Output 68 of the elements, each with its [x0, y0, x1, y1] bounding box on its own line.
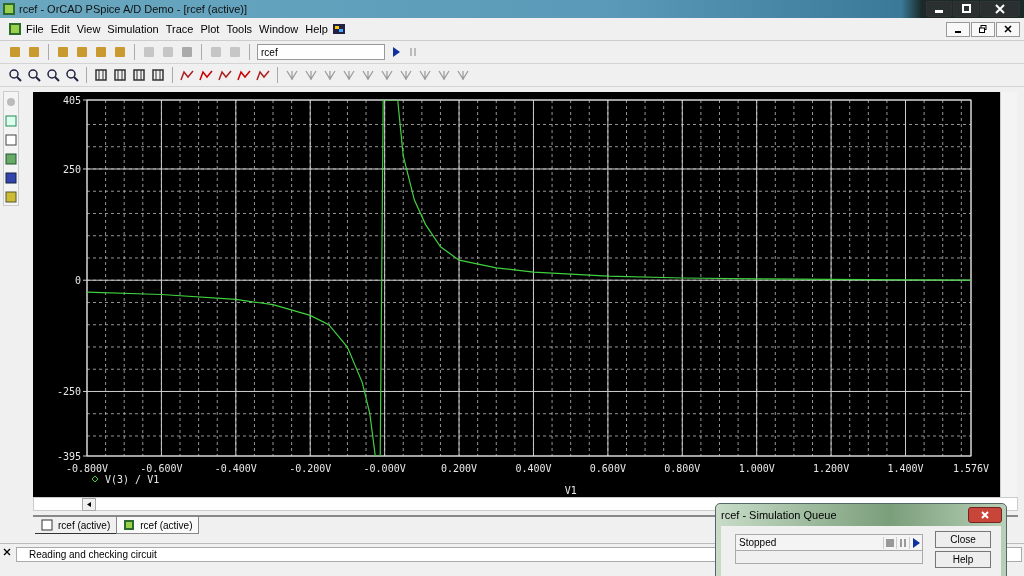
close-icon	[995, 4, 1005, 14]
axis-label: 0	[74, 275, 81, 287]
menu-item[interactable]: Help	[302, 23, 331, 35]
axis-label: 405	[62, 95, 81, 106]
axis-label: 0.200V	[441, 463, 478, 474]
restore-icon	[961, 4, 971, 14]
close-icon	[1004, 25, 1012, 33]
trace-icon[interactable]	[199, 68, 213, 82]
axis-label: 250	[62, 164, 81, 175]
axis-label: -0.800V	[65, 463, 109, 474]
zoom-in-icon[interactable]	[8, 68, 22, 82]
window-title: rcef - OrCAD PSpice A/D Demo - [rcef (active)]	[19, 3, 247, 15]
zoom-fit-icon[interactable]	[46, 68, 60, 82]
menu-item[interactable]: File	[23, 23, 47, 35]
menu-item[interactable]: Edit	[47, 23, 73, 35]
close-button[interactable]	[968, 507, 1002, 523]
axis-label: -0.400V	[214, 463, 257, 474]
profile-field[interactable]: rcef	[257, 44, 385, 60]
menu-item[interactable]: Plot	[197, 23, 223, 35]
menu-item[interactable]: Tools	[223, 23, 256, 35]
close-icon	[980, 510, 990, 520]
run-icon[interactable]	[390, 45, 402, 59]
axis-label: -0.200V	[289, 463, 332, 474]
axis-label: 1.000V	[738, 463, 775, 474]
dialog-title: rcef - Simulation Queue	[721, 509, 837, 521]
axis-label: -395	[56, 451, 81, 462]
stop-icon[interactable]	[883, 536, 896, 549]
minimize-button[interactable]	[926, 1, 952, 17]
zoom-area-icon[interactable]	[65, 68, 79, 82]
axis-label: 0.600V	[589, 463, 626, 474]
menu-item[interactable]: Window	[256, 23, 302, 35]
close-button[interactable]	[996, 21, 1020, 37]
run-icon[interactable]	[909, 536, 922, 549]
columns-icon[interactable]	[94, 68, 108, 82]
dialog-button[interactable]: Close	[935, 531, 991, 548]
restore-button[interactable]	[971, 21, 995, 37]
axis-label: 0.800V	[664, 463, 701, 474]
dialog-button[interactable]: Help	[935, 551, 991, 568]
legend-entry: V(3) / V1	[91, 474, 160, 485]
document-tab[interactable]: rcef (active)	[116, 517, 200, 534]
minimize-button[interactable]	[946, 21, 970, 37]
trace-icon[interactable]	[180, 68, 194, 82]
close-button[interactable]	[980, 1, 1020, 17]
schematic-icon	[123, 519, 136, 531]
app-icon	[2, 2, 16, 16]
axis-label: 1.576V	[952, 463, 990, 474]
queue-status: Stopped	[738, 537, 778, 548]
menu-item[interactable]: View	[73, 23, 104, 35]
window-icon[interactable]	[4, 171, 18, 185]
axis-label: -250	[56, 386, 81, 398]
restore-button[interactable]	[953, 1, 979, 17]
restore-icon	[979, 25, 987, 33]
axis-label: 0.400V	[515, 463, 552, 474]
document-icon	[41, 519, 53, 531]
help-icon[interactable]	[331, 22, 346, 36]
vertical-scrollbar[interactable]	[1000, 92, 1017, 497]
axis-title: V1	[564, 485, 577, 496]
document-tab[interactable]: rcef (active)	[35, 517, 117, 534]
menu-item[interactable]: Simulation	[104, 23, 162, 35]
document-icon	[8, 22, 22, 36]
zoom-out-icon[interactable]	[27, 68, 41, 82]
axis-label: -0.600V	[140, 463, 183, 474]
menu-item[interactable]: Trace	[162, 23, 197, 35]
axis-label: 1.200V	[813, 463, 850, 474]
axis-label: 1.400V	[887, 463, 924, 474]
axis-label: -0.000V	[363, 463, 406, 474]
legend-label: V(3) / V1	[105, 474, 160, 485]
close-icon[interactable]	[2, 547, 12, 557]
